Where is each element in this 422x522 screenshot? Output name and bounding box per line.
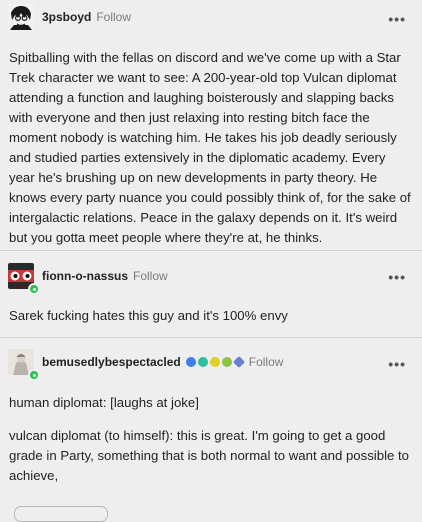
divider — [0, 250, 422, 251]
follow-button[interactable]: Follow — [96, 10, 131, 24]
post-body-line-2: vulcan diplomat (to himself): this is gr… — [9, 428, 410, 483]
badge-icon — [221, 357, 232, 367]
username[interactable]: bemusedlybespectacled — [42, 355, 181, 369]
badge-icon — [209, 357, 220, 367]
more-icon[interactable]: ••• — [388, 270, 406, 284]
avatar-illustration-icon — [8, 4, 34, 30]
username[interactable]: 3psboyd — [42, 10, 91, 24]
badges[interactable] — [185, 355, 245, 369]
post-1-header: 3psboyd Follow — [8, 2, 131, 32]
online-status-icon — [28, 369, 40, 381]
avatar[interactable] — [8, 349, 40, 381]
verified-badge-icon — [185, 357, 196, 367]
diamond-badge-icon — [232, 355, 245, 369]
avatar[interactable] — [8, 4, 34, 30]
tag-pill[interactable] — [14, 506, 108, 522]
follow-button[interactable]: Follow — [133, 269, 168, 283]
badge-icon — [197, 357, 208, 367]
post-body: Spitballing with the fellas on discord a… — [9, 50, 411, 245]
post-2-header: fionn-o-nassus Follow — [8, 261, 168, 295]
avatar[interactable] — [8, 263, 40, 295]
online-status-icon — [28, 283, 40, 295]
divider — [0, 337, 422, 338]
username[interactable]: fionn-o-nassus — [42, 269, 128, 283]
follow-button[interactable]: Follow — [249, 355, 284, 369]
more-icon[interactable]: ••• — [388, 357, 406, 371]
post-body-line-1: human diplomat: [laughs at joke] — [9, 395, 199, 410]
post-3-header: bemusedlybespectacled Follow — [8, 347, 284, 381]
more-icon[interactable]: ••• — [388, 12, 406, 26]
post-body: Sarek fucking hates this guy and it's 10… — [9, 308, 288, 323]
